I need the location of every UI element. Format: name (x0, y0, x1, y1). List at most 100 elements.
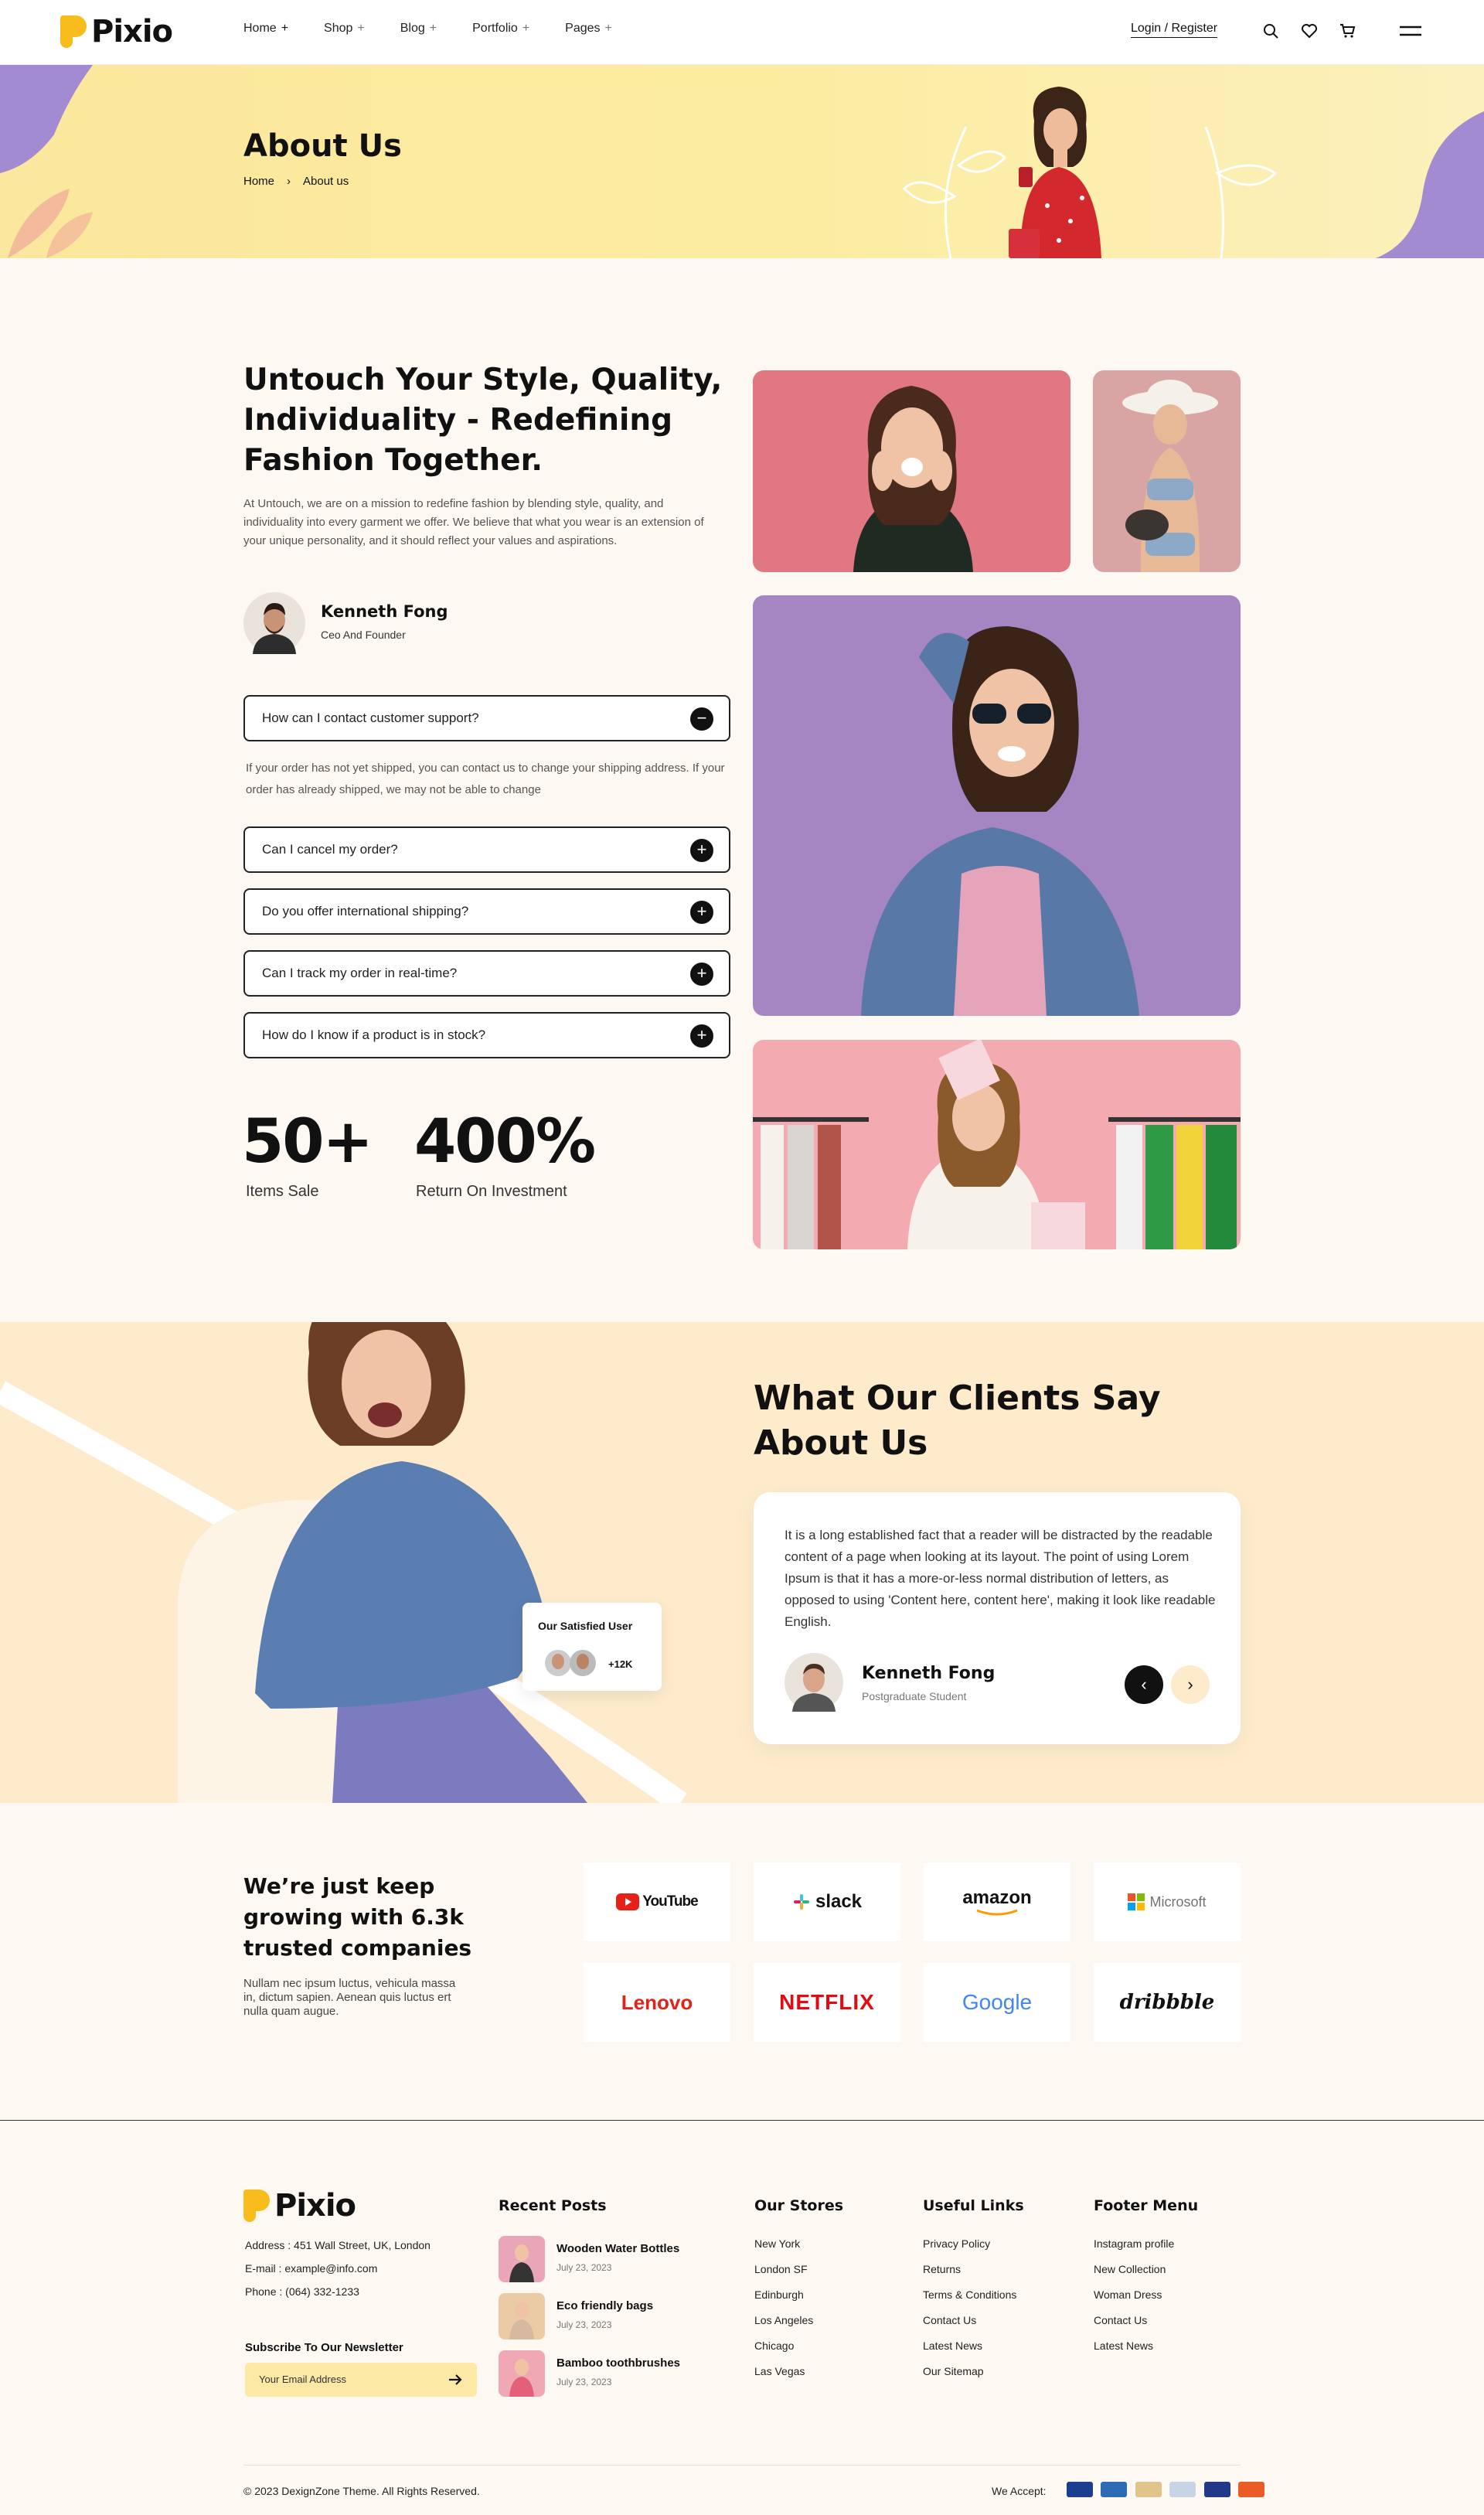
footer-menu-list: Instagram profile New Collection Woman D… (1094, 2237, 1174, 2352)
faq-item[interactable]: Do you offer international shipping? + (243, 888, 730, 935)
satisfied-user-card: Our Satisfied User +12K (522, 1603, 662, 1691)
post-date: July 23, 2023 (556, 2319, 612, 2330)
post-title[interactable]: Eco friendly bags (556, 2299, 653, 2312)
footer-logo[interactable]: Pixio (243, 2188, 356, 2224)
nav-pages[interactable]: Pages + (565, 22, 612, 36)
page-banner: About Us Home › About us (0, 65, 1484, 258)
chevron-right-icon: › (287, 175, 291, 188)
stores-title: Our Stores (754, 2197, 844, 2214)
post-date: July 23, 2023 (556, 2377, 612, 2387)
stat-roi-label: Return On Investment (416, 1183, 567, 1200)
plus-icon: + (522, 22, 530, 35)
faq-item[interactable]: How do I know if a product is in stock? … (243, 1012, 730, 1058)
post-thumbnail[interactable] (499, 2236, 545, 2282)
menu-icon[interactable] (1399, 22, 1422, 40)
nav-shop[interactable]: Shop + (324, 22, 365, 36)
footer-divider (0, 2120, 1484, 2121)
brand-lenovo[interactable]: Lenovo (584, 1963, 730, 2042)
satisfied-user-title: Our Satisfied User (538, 1620, 633, 1632)
newsletter-input[interactable]: Your Email Address (259, 2374, 346, 2385)
nav-blog-label: Blog (400, 22, 425, 35)
useful-link[interactable]: Our Sitemap (923, 2365, 1016, 2377)
about-title-line: Fashion Together. (243, 443, 543, 478)
stores-list: New York London SF Edinburgh Los Angeles… (754, 2237, 813, 2377)
site-logo[interactable]: Pixio (60, 14, 173, 49)
store-link[interactable]: New York (754, 2237, 813, 2250)
diners-icon (1169, 2482, 1196, 2497)
footer-menu-link[interactable]: New Collection (1094, 2263, 1174, 2275)
faq-question: How can I contact customer support? (262, 711, 479, 725)
main-nav: Home + Shop + Blog + Portfolio + Pages + (243, 22, 612, 36)
testimonial-author-role: Postgraduate Student (862, 1690, 967, 1702)
plus-icon[interactable]: + (690, 901, 713, 924)
brand-amazon[interactable]: amazon (924, 1862, 1070, 1941)
cart-icon[interactable] (1339, 22, 1357, 40)
next-arrow-icon[interactable]: › (1171, 1665, 1210, 1704)
testimonial-card: It is a long established fact that a rea… (754, 1492, 1241, 1744)
brands-title-line: growing with 6.3k (243, 1904, 465, 1930)
store-link[interactable]: London SF (754, 2263, 813, 2275)
about-title: Untouch Your Style, Quality, Individuali… (243, 360, 722, 481)
clients-section: Our Satisfied User +12K (0, 1322, 1484, 1803)
login-register-link[interactable]: Login / Register (1131, 22, 1218, 38)
amex-icon (1067, 2482, 1093, 2497)
faq-question: How do I know if a product is in stock? (262, 1027, 486, 1042)
nav-pages-label: Pages (565, 22, 601, 35)
brand-amazon-label: amazon (962, 1887, 1032, 1908)
useful-link[interactable]: Contact Us (923, 2314, 1016, 2326)
youtube-icon (616, 1893, 640, 1910)
post-thumbnail[interactable] (499, 2350, 545, 2397)
faq-question: Do you offer international shipping? (262, 904, 469, 918)
heart-icon[interactable] (1300, 22, 1319, 40)
nav-portfolio[interactable]: Portfolio + (472, 22, 529, 36)
author-avatar (243, 592, 305, 654)
payment-icons (1062, 2482, 1265, 2501)
post-title[interactable]: Wooden Water Bottles (556, 2242, 679, 2255)
footer-bottom-divider (243, 2465, 1241, 2466)
about-title-line: Untouch Your Style, Quality, (243, 363, 723, 397)
stat-items-sale-label: Items Sale (246, 1183, 319, 1200)
arrow-right-icon[interactable] (448, 2373, 463, 2387)
brand-dribbble[interactable]: dribbble (1094, 1963, 1241, 2042)
post-thumbnail[interactable] (499, 2293, 545, 2339)
store-link[interactable]: Edinburgh (754, 2288, 813, 2301)
nav-home[interactable]: Home + (243, 22, 288, 36)
plus-icon[interactable]: + (690, 963, 713, 986)
white-leaf-decoration-icon (1204, 126, 1278, 258)
footer-menu-link[interactable]: Woman Dress (1094, 2288, 1174, 2301)
useful-link[interactable]: Returns (923, 2263, 1016, 2275)
author-name: Kenneth Fong (321, 602, 448, 621)
post-title[interactable]: Bamboo toothbrushes (556, 2357, 680, 2370)
prev-arrow-icon[interactable]: ‹ (1125, 1665, 1163, 1704)
plus-icon[interactable]: + (690, 839, 713, 862)
useful-link[interactable]: Terms & Conditions (923, 2288, 1016, 2301)
footer-menu-link[interactable]: Instagram profile (1094, 2237, 1174, 2250)
breadcrumb-home[interactable]: Home (243, 175, 274, 188)
nav-blog[interactable]: Blog + (400, 22, 437, 36)
minus-icon[interactable]: − (690, 707, 713, 731)
newsletter-form: Your Email Address (245, 2363, 477, 2397)
testimonial-avatar (785, 1653, 843, 1712)
brand-slack[interactable]: slack (754, 1862, 900, 1941)
footer-menu-link[interactable]: Contact Us (1094, 2314, 1174, 2326)
footer-phone: Phone : (064) 332-1233 (245, 2285, 359, 2298)
brand-microsoft[interactable]: Microsoft (1094, 1862, 1241, 1941)
useful-link[interactable]: Privacy Policy (923, 2237, 1016, 2250)
useful-link[interactable]: Latest News (923, 2339, 1016, 2352)
brand-youtube[interactable]: YouTube (584, 1862, 730, 1941)
store-link[interactable]: Chicago (754, 2339, 813, 2352)
faq-answer: If your order has not yet shipped, you c… (246, 762, 725, 796)
faq-item[interactable]: Can I cancel my order? + (243, 826, 730, 873)
store-link[interactable]: Los Angeles (754, 2314, 813, 2326)
faq-item-open[interactable]: How can I contact customer support? − (243, 695, 730, 741)
footer-menu-link[interactable]: Latest News (1094, 2339, 1174, 2352)
brand-google[interactable]: Google (924, 1963, 1070, 2042)
faq-item[interactable]: Can I track my order in real-time? + (243, 950, 730, 997)
plus-icon: + (357, 22, 365, 35)
search-icon[interactable] (1261, 22, 1280, 40)
faq-question: Can I track my order in real-time? (262, 966, 458, 980)
brand-netflix[interactable]: NETFLIX (754, 1963, 900, 2042)
store-link[interactable]: Las Vegas (754, 2365, 813, 2377)
plus-icon[interactable]: + (690, 1024, 713, 1048)
clients-title-line: About Us (754, 1423, 928, 1463)
